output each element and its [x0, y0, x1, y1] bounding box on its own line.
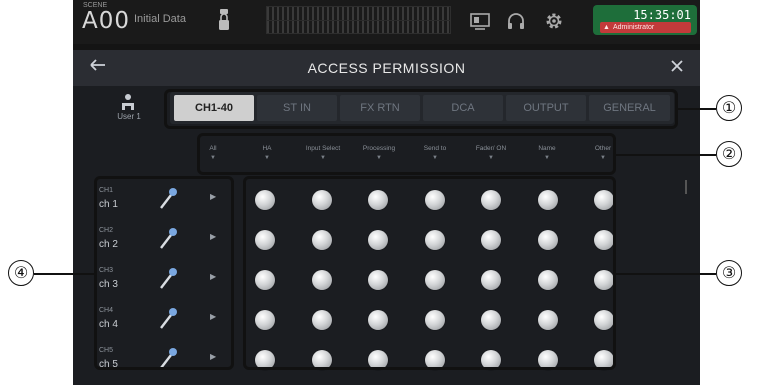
clock-time: 15:35:01	[633, 8, 691, 22]
warning-icon: ▲	[603, 24, 610, 31]
callout-box-1	[164, 89, 678, 129]
headphones-icon[interactable]	[505, 10, 527, 32]
user-icon	[122, 94, 134, 110]
callout-line-4	[34, 273, 94, 275]
clock-panel[interactable]: 15:35:01 ▲ Administrator	[593, 5, 697, 35]
callout-box-2	[197, 133, 616, 175]
channel-meter-strip[interactable]	[266, 6, 451, 34]
callout-line-3	[616, 273, 716, 275]
callout-number-1: ①	[716, 95, 742, 121]
gear-icon[interactable]	[543, 10, 565, 32]
close-button[interactable]	[666, 57, 688, 79]
meter-bridge-icon[interactable]	[469, 10, 491, 32]
user-badge-label: Administrator	[613, 24, 655, 31]
callout-box-3	[243, 176, 616, 370]
callout-box-4	[94, 176, 234, 370]
callout-number-3: ③	[716, 260, 742, 286]
callout-line-1	[678, 108, 716, 110]
scene-name[interactable]: Initial Data	[134, 13, 186, 25]
scene-number[interactable]: A00	[82, 8, 130, 34]
close-icon	[671, 60, 683, 72]
lock-icon[interactable]	[217, 8, 231, 32]
top-status-bar: SCENE A00 Initial Data 15:35:01 ▲ Admini…	[73, 0, 700, 44]
user-badge: ▲ Administrator	[600, 22, 691, 33]
callout-line-2	[616, 154, 716, 156]
scrollbar-thumb[interactable]	[685, 180, 687, 194]
page-title: ACCESS PERMISSION	[307, 60, 466, 76]
user-label: User 1	[117, 112, 141, 121]
callout-number-2: ②	[716, 141, 742, 167]
callout-number-4: ④	[8, 260, 34, 286]
title-bar: ACCESS PERMISSION	[73, 50, 700, 86]
